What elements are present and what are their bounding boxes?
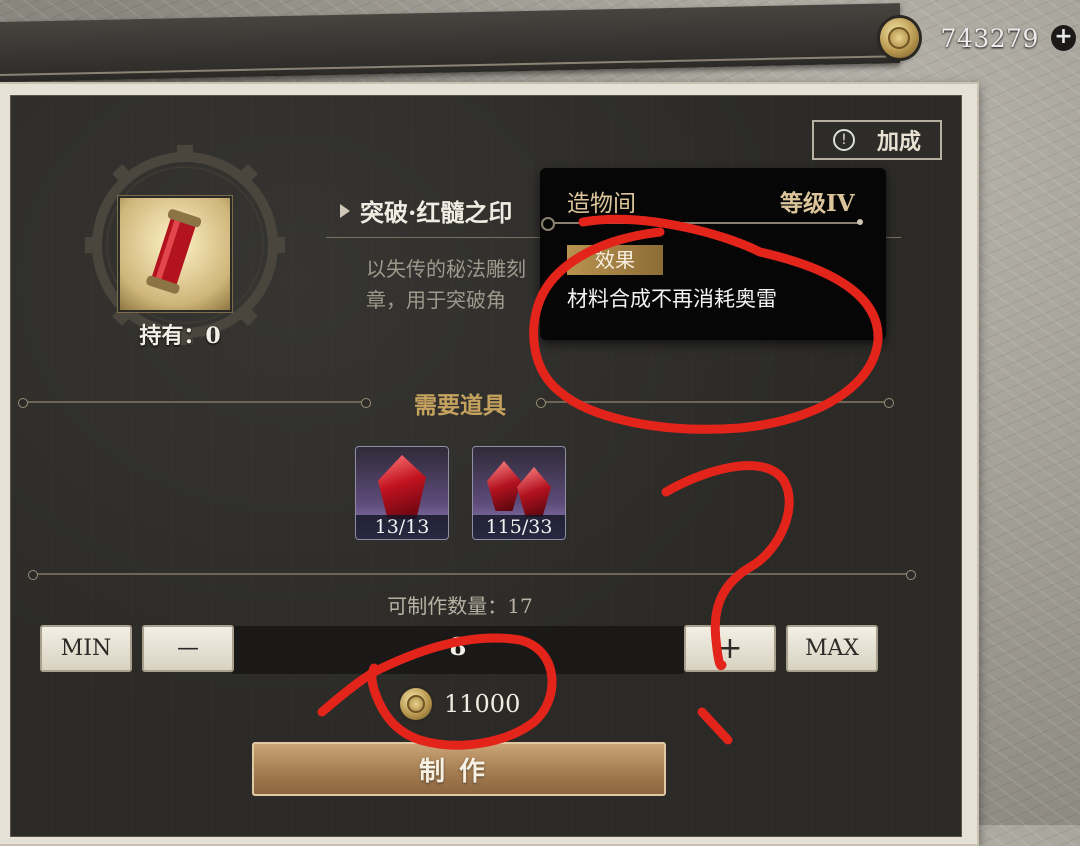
craftable-count: 可制作数量：17 — [387, 594, 533, 618]
owned-count: 持有：0 — [139, 323, 221, 349]
material-count: 115/33 — [473, 515, 565, 539]
item-name: 突破·红髓之印 — [360, 198, 513, 227]
red-crystal-cluster-icon — [487, 461, 521, 511]
cost-value: 11000 — [444, 690, 521, 718]
item-description: 以失传的秘法雕刻 章，用于突破角 — [366, 254, 566, 316]
arrow-right-icon — [340, 203, 350, 218]
effect-tag: 效果 — [567, 245, 663, 275]
scroll-icon — [146, 209, 202, 294]
item-title: 突破·红髓之印 — [340, 193, 512, 228]
effect-description: 材料合成不再消耗奥雷 — [567, 287, 777, 311]
make-button[interactable]: 制作 — [252, 742, 666, 796]
folder-tab — [0, 3, 900, 82]
currency-display: 743279 + — [880, 14, 1076, 62]
craft-cost: 11000 — [400, 688, 520, 720]
divider-left — [18, 398, 371, 408]
divider-bottom — [28, 570, 916, 580]
add-currency-button[interactable]: + — [1050, 25, 1076, 51]
min-button[interactable]: MIN — [40, 625, 132, 672]
red-crystal-icon — [378, 455, 426, 519]
description-line-1: 以失传的秘法雕刻 — [366, 257, 526, 281]
bonus-label: 加成 — [876, 129, 921, 155]
info-icon: ! — [832, 129, 855, 151]
currency-amount: 743279 — [940, 23, 1039, 53]
material-slot-1[interactable]: 13/13 — [355, 446, 449, 540]
coin-icon — [880, 18, 919, 58]
bonus-button[interactable]: ! 加成 — [812, 120, 942, 160]
material-slot-2[interactable]: 115/33 — [472, 446, 566, 540]
red-crystal-cluster-icon — [517, 467, 551, 517]
tooltip-level: 等级IV — [780, 190, 855, 217]
max-button[interactable]: MAX — [786, 625, 878, 672]
required-items-title: 需要道具 — [414, 392, 506, 419]
tooltip-title: 造物间 — [567, 191, 636, 217]
tooltip-divider — [541, 217, 863, 231]
quantity-value: 8 — [449, 632, 467, 661]
item-icon-slot[interactable] — [118, 196, 232, 312]
increment-button[interactable]: + — [684, 625, 776, 672]
description-line-2: 章，用于突破角 — [366, 288, 506, 312]
divider-right — [536, 398, 894, 408]
coin-icon — [400, 688, 432, 720]
material-count: 13/13 — [356, 515, 448, 539]
decrement-button[interactable]: — — [142, 625, 234, 672]
